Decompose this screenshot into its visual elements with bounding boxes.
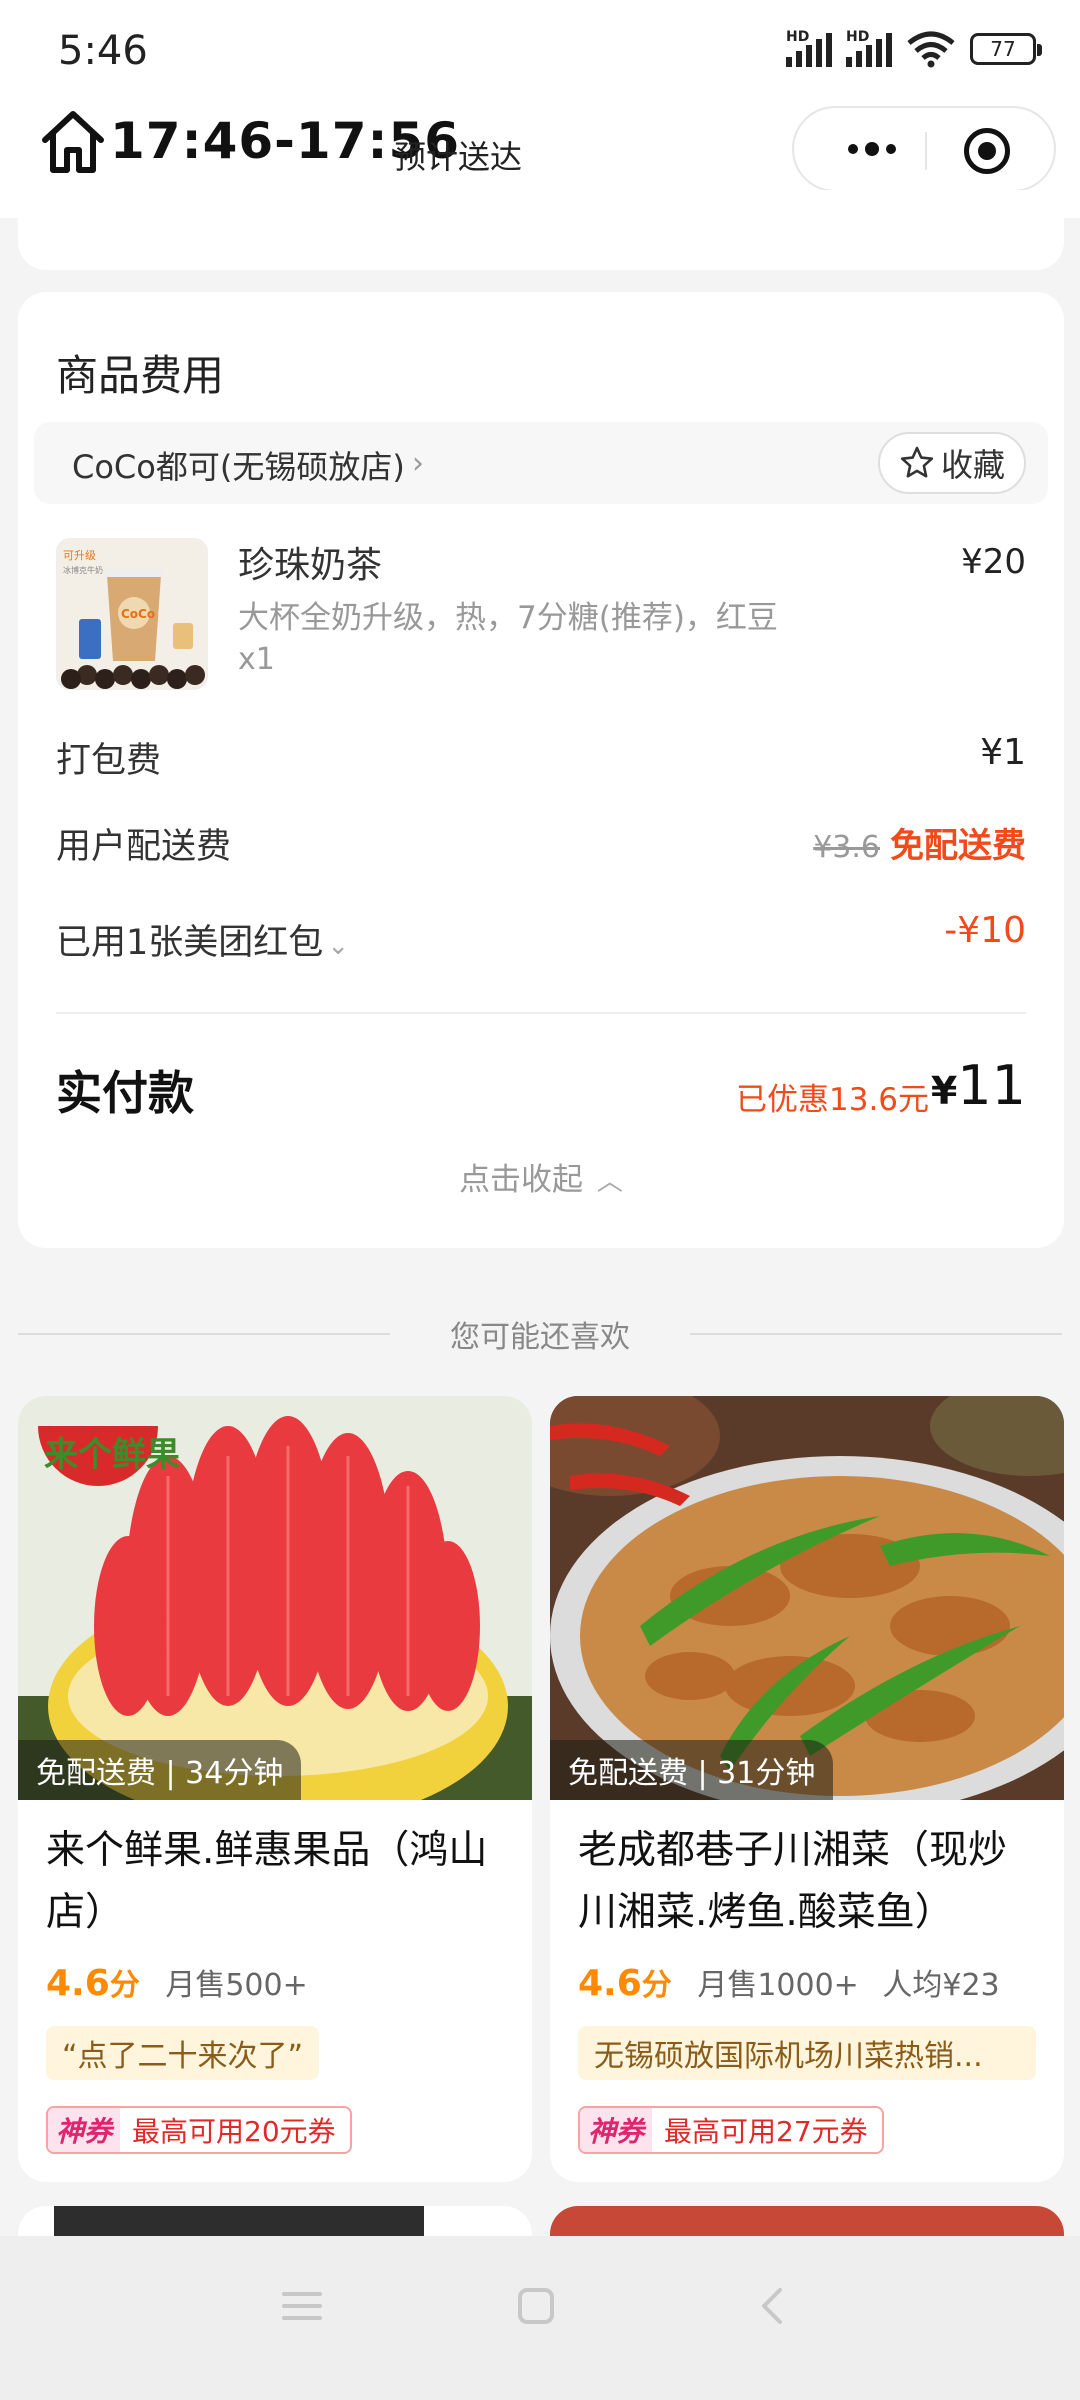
svg-text:冰博克牛奶: 冰博克牛奶 bbox=[63, 565, 103, 575]
product-card[interactable]: 来个鲜果 免配送费 | 34分钟 来个鲜果.鲜惠果品（鸿山店） 4.6分 月售5… bbox=[18, 1396, 532, 2182]
rating: 4.6分 bbox=[578, 1963, 672, 2004]
previous-card-bottom bbox=[18, 190, 1064, 270]
collapse-label: 点击收起 bbox=[459, 1162, 584, 1198]
product-image-grapefruit[interactable]: 来个鲜果 免配送费 | 34分钟 bbox=[18, 1396, 532, 1800]
milk-tea-image: 可升级 冰博克牛奶 CoCo bbox=[57, 539, 207, 689]
paid-total: ¥11 bbox=[930, 1054, 1026, 1117]
coupon-tag: 神券 最高可用27元券 bbox=[578, 2106, 884, 2154]
back-icon[interactable] bbox=[752, 2286, 792, 2326]
delivery-fee-value: ¥3.6 免配送费 bbox=[813, 818, 1026, 867]
close-target-icon[interactable] bbox=[964, 128, 1010, 174]
paid-label: 实付款 bbox=[56, 1066, 194, 1120]
divider bbox=[56, 1012, 1026, 1014]
coupon-label: 已用1张美团红包 bbox=[56, 923, 324, 963]
wifi-icon bbox=[907, 31, 955, 68]
coupon-value: -¥10 bbox=[944, 910, 1026, 951]
battery-icon: 77 bbox=[970, 33, 1042, 65]
shop-name: 来个鲜果.鲜惠果品（鸿山店） bbox=[46, 1828, 488, 1935]
fee-card: 商品费用 CoCo都可(无锡硕放店) › 收藏 可升级 冰博克牛奶 CoCo 珍… bbox=[18, 292, 1064, 1248]
divider-right bbox=[690, 1333, 1062, 1335]
signal-icon: HD bbox=[786, 29, 832, 67]
more-icon[interactable] bbox=[830, 108, 914, 190]
delivery-fee-label: 用户配送费 bbox=[56, 827, 232, 867]
fee-title: 商品费用 bbox=[56, 351, 225, 400]
discount-summary: 已优惠13.6元 bbox=[736, 1082, 930, 1118]
free-delivery-text: 免配送费 bbox=[890, 826, 1026, 866]
chevron-right-icon: › bbox=[412, 446, 424, 481]
svg-text:CoCo: CoCo bbox=[121, 607, 155, 621]
eta-label: 预计送达 bbox=[394, 138, 523, 176]
review-tag: 无锡硕放国际机场川菜热销... bbox=[578, 2026, 1036, 2080]
packing-fee-label: 打包费 bbox=[56, 741, 162, 781]
product-image-stirfry[interactable]: 免配送费 | 31分钟 bbox=[550, 1396, 1064, 1800]
item-name: 珍珠奶茶 bbox=[238, 545, 383, 586]
star-icon bbox=[900, 446, 934, 478]
item-spec: 大杯全奶升级，热，7分糖(推荐)，红豆 bbox=[238, 600, 778, 636]
shop-name: 老成都巷子川湘菜（现炒川湘菜.烤鱼.酸菜鱼） bbox=[578, 1828, 1008, 1935]
coupon-text: 最高可用27元券 bbox=[664, 2115, 868, 2148]
status-time: 5:46 bbox=[58, 28, 148, 74]
delivery-tag: 免配送费 | 34分钟 bbox=[18, 1740, 302, 1800]
shop-meta: 4.6分 月售1000+ 人均¥23 bbox=[578, 1960, 1014, 2004]
favorite-button[interactable]: 收藏 bbox=[878, 432, 1026, 494]
status-bar: 5:46 HD HD 77 bbox=[0, 0, 1080, 100]
miniapp-capsule bbox=[792, 106, 1056, 192]
delivery-tag: 免配送费 | 31分钟 bbox=[550, 1740, 834, 1800]
monthly-sales: 月售500+ bbox=[165, 1968, 308, 2003]
chevron-down-icon: ⌄ bbox=[327, 931, 350, 961]
signal-icon-2: HD bbox=[846, 29, 892, 67]
average-price: 人均¥23 bbox=[882, 1968, 1000, 2003]
coupon-text: 最高可用20元券 bbox=[132, 2115, 336, 2148]
menu-icon[interactable] bbox=[280, 2286, 324, 2326]
monthly-sales: 月售1000+ bbox=[697, 1968, 859, 2003]
favorite-label: 收藏 bbox=[940, 446, 1005, 484]
product-card[interactable]: 免配送费 | 31分钟 老成都巷子川湘菜（现炒川湘菜.烤鱼.酸菜鱼） 4.6分 … bbox=[550, 1396, 1064, 2182]
item-thumbnail[interactable]: 可升级 冰博克牛奶 CoCo bbox=[56, 538, 208, 690]
store-name[interactable]: CoCo都可(无锡硕放店) bbox=[72, 442, 405, 488]
system-nav-bar bbox=[0, 2236, 1080, 2400]
item-quantity: x1 bbox=[238, 642, 275, 677]
collapse-toggle[interactable]: 点击收起 ︿ bbox=[18, 1154, 1064, 1199]
coupon-badge: 神券 bbox=[48, 2108, 121, 2152]
store-row[interactable]: CoCo都可(无锡硕放店) › 收藏 bbox=[34, 422, 1048, 504]
rating: 4.6分 bbox=[46, 1963, 140, 2004]
chevron-up-icon: ︿ bbox=[596, 1167, 623, 1197]
delivery-original-price: ¥3.6 bbox=[813, 830, 880, 865]
packing-fee-value: ¥1 bbox=[980, 732, 1026, 773]
coupon-row[interactable]: 已用1张美团红包 ⌄ bbox=[56, 914, 349, 965]
capsule-divider bbox=[925, 132, 927, 170]
home-icon[interactable] bbox=[40, 108, 106, 176]
svg-text:可升级: 可升级 bbox=[63, 549, 96, 562]
item-price: ¥20 bbox=[961, 542, 1026, 582]
home-square-icon[interactable] bbox=[516, 2286, 556, 2326]
coupon-badge: 神券 bbox=[580, 2108, 653, 2152]
review-tag: “点了二十来次了” bbox=[46, 2026, 320, 2080]
coupon-tag: 神券 最高可用20元券 bbox=[46, 2106, 352, 2154]
status-icons: HD HD 77 bbox=[786, 29, 1042, 68]
svg-text:来个鲜果: 来个鲜果 bbox=[44, 1435, 180, 1475]
shop-meta: 4.6分 月售500+ bbox=[46, 1960, 322, 2004]
